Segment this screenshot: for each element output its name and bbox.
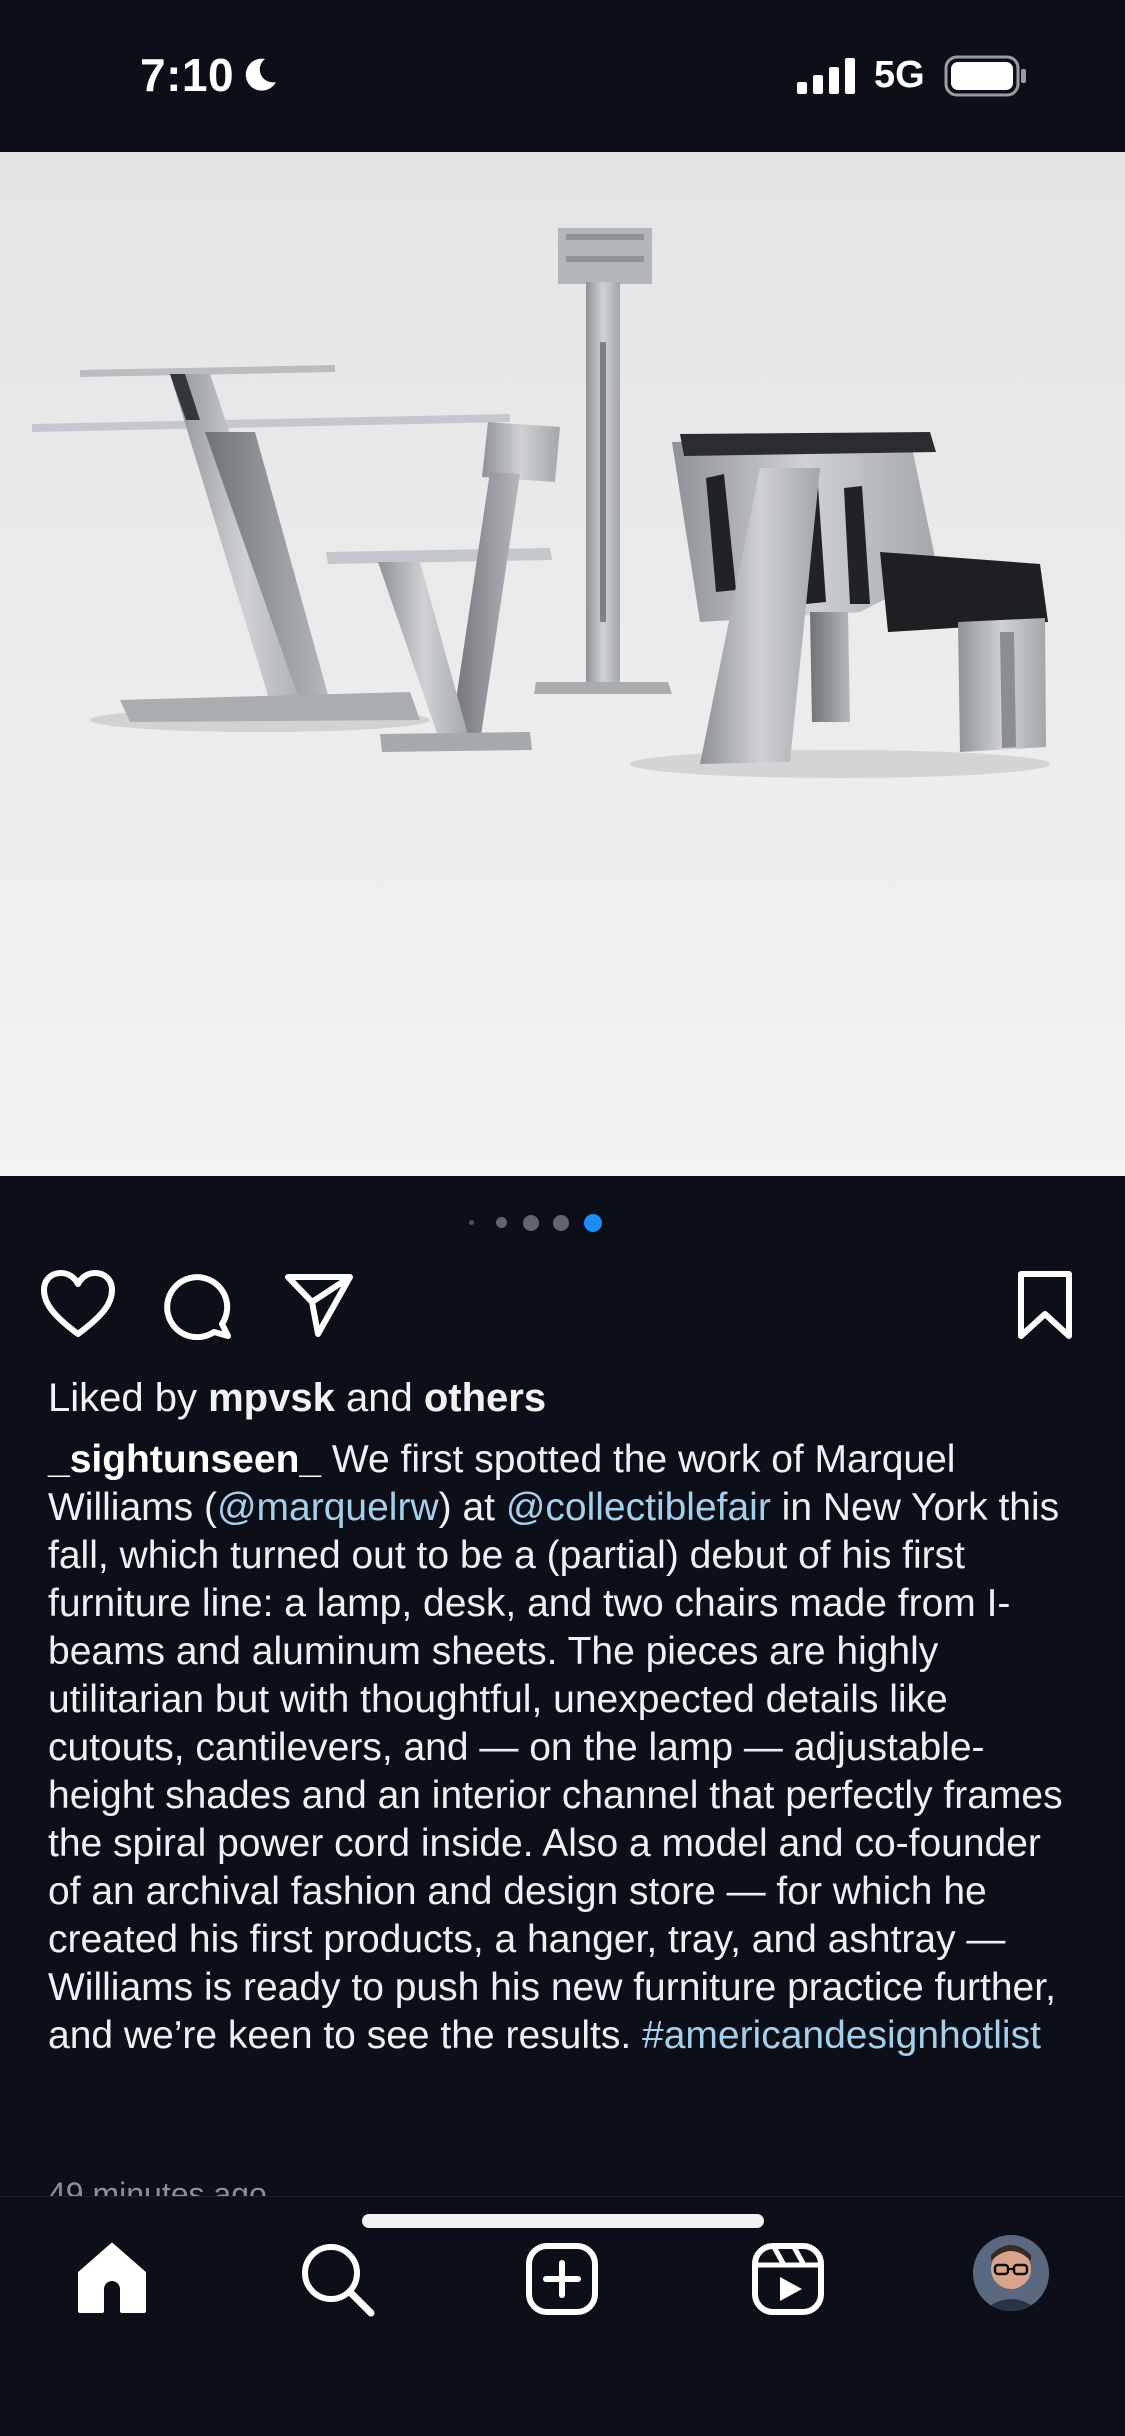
likes-line[interactable]: Liked by mpvsk and others — [48, 1376, 546, 1421]
signal-icon — [797, 58, 855, 94]
caption-mention[interactable]: @collectiblefair — [506, 1486, 771, 1529]
home-icon — [78, 2243, 146, 2313]
post-photo[interactable] — [0, 152, 1125, 1176]
carousel-dot — [523, 1215, 539, 1231]
status-time: 7:10 — [140, 49, 235, 101]
nav-create[interactable] — [522, 2239, 602, 2319]
nav-reels[interactable] — [748, 2239, 828, 2319]
network-label: 5G — [874, 54, 925, 96]
heart-icon[interactable] — [40, 1270, 116, 1340]
carousel-dot — [469, 1220, 474, 1225]
likes-others[interactable]: others — [424, 1376, 546, 1420]
bottom-nav — [0, 2196, 1125, 2436]
post-caption: _sightunseen_ We first spotted the work … — [48, 1436, 1083, 2060]
carousel-dot-active — [584, 1214, 602, 1232]
likes-prefix: Liked by — [48, 1376, 197, 1420]
carousel-dot — [553, 1215, 569, 1231]
carousel-dots — [0, 1210, 1125, 1234]
caption-mention[interactable]: @marquelrw — [217, 1486, 439, 1529]
comment-icon[interactable] — [164, 1270, 234, 1340]
moon-icon — [245, 58, 276, 91]
share-icon[interactable] — [284, 1272, 354, 1338]
caption-text: in New York this fall, which turned out … — [48, 1486, 1063, 2057]
avatar-image — [973, 2235, 1049, 2311]
nav-search[interactable] — [297, 2239, 377, 2319]
search-icon — [302, 2244, 375, 2317]
caption-username[interactable]: _sightunseen_ — [48, 1438, 321, 1481]
liked-by-user[interactable]: mpvsk — [208, 1376, 335, 1420]
nav-home[interactable] — [72, 2239, 152, 2319]
create-icon — [526, 2243, 598, 2315]
reels-icon — [752, 2243, 824, 2315]
carousel-dot — [496, 1217, 507, 1228]
furniture-photo — [0, 152, 1125, 1176]
status-bar: 7:10 5G — [0, 0, 1125, 152]
caption-hashtag[interactable]: #americandesignhotlist — [642, 2014, 1041, 2057]
caption-text: ) at — [438, 1486, 506, 1529]
battery-icon — [944, 55, 1026, 97]
home-indicator[interactable] — [362, 2214, 764, 2228]
likes-middle: and — [345, 1376, 413, 1420]
profile-avatar[interactable] — [973, 2235, 1049, 2311]
bookmark-icon[interactable] — [1016, 1270, 1074, 1340]
